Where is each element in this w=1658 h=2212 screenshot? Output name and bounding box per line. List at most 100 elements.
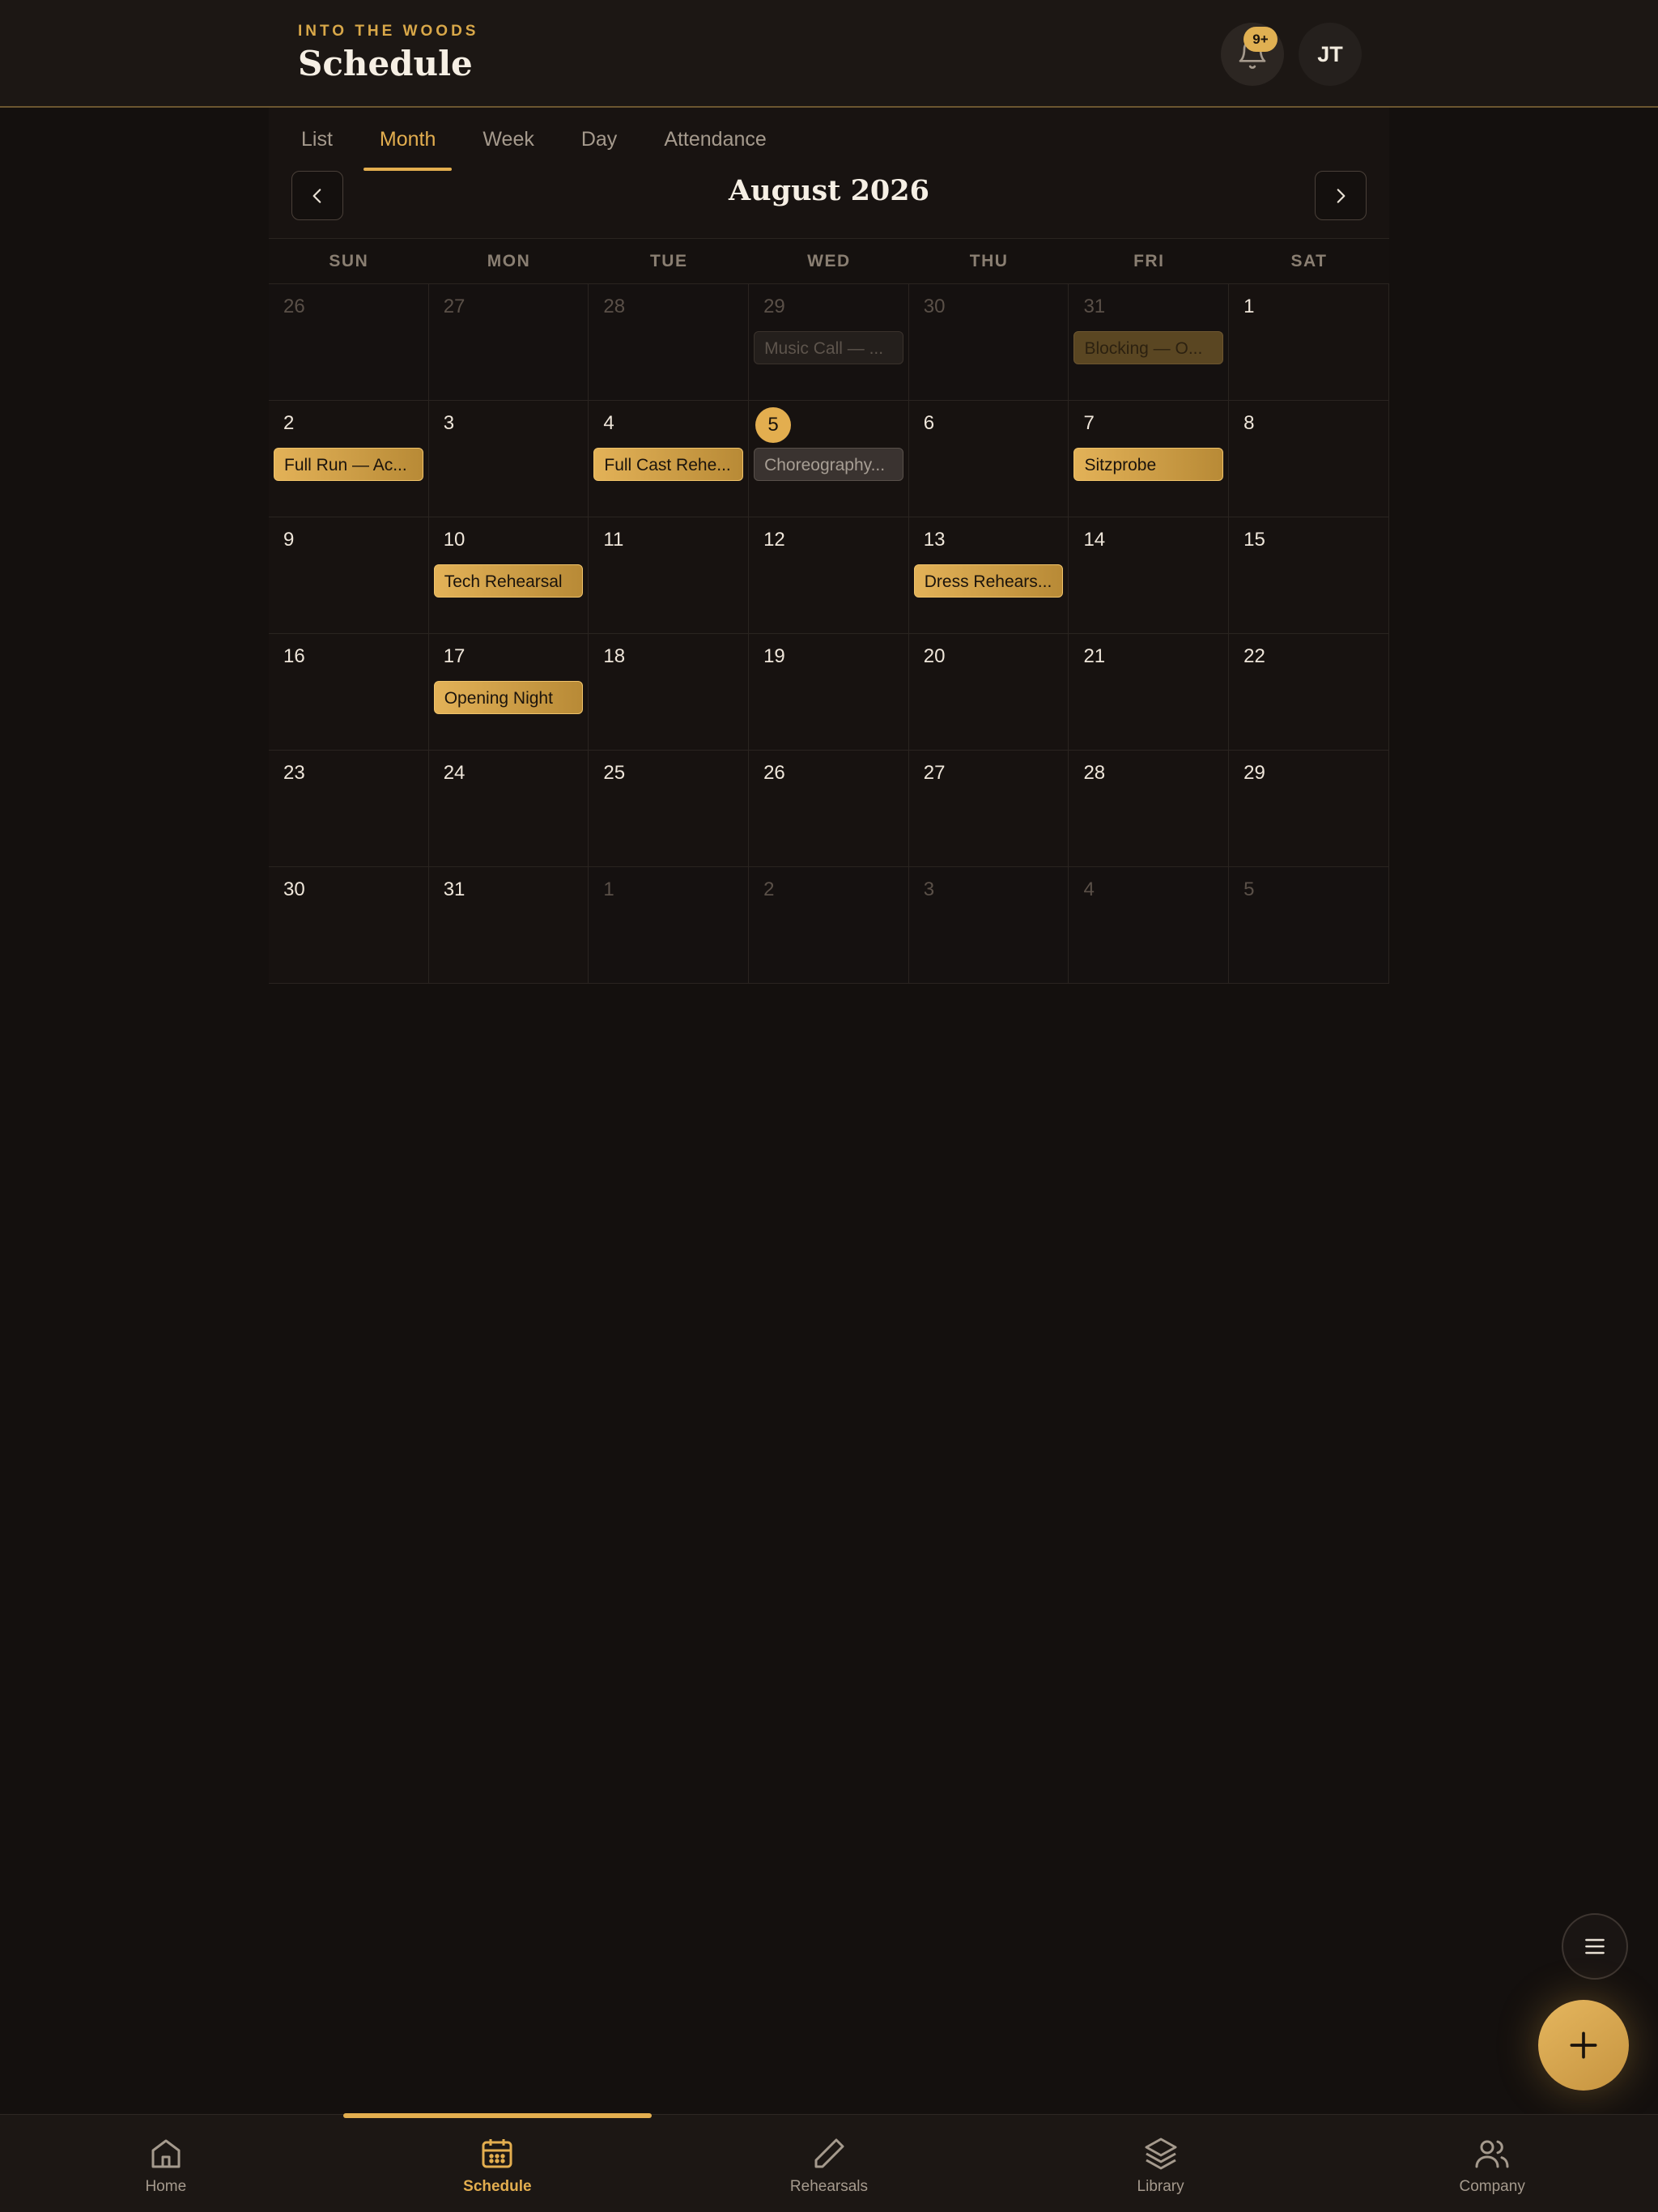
day-cell[interactable]: 3 (428, 401, 589, 517)
day-number: 1 (603, 878, 614, 900)
event-chip[interactable]: Blocking — O... (1073, 331, 1224, 364)
tab-month[interactable]: Month (363, 108, 453, 171)
day-cell[interactable]: 12 (749, 517, 909, 634)
view-tabs: List Month Week Day Attendance (285, 108, 797, 171)
tab-day[interactable]: Day (565, 108, 633, 171)
tab-attendance[interactable]: Attendance (648, 108, 783, 171)
pen-icon (814, 2138, 844, 2168)
event-chip[interactable]: Full Cast Rehe... (593, 448, 744, 481)
plus-icon (1570, 2031, 1597, 2059)
day-cell[interactable]: 13 Dress Rehears... (908, 517, 1069, 634)
day-cell[interactable]: 16 (269, 634, 429, 751)
day-number: 3 (443, 412, 455, 434)
day-cell[interactable]: 1 (589, 867, 750, 984)
day-cell[interactable]: 23 (269, 751, 429, 867)
day-cell[interactable]: 2 Full Run — Ac... (269, 401, 429, 517)
day-cell[interactable]: 5 (1229, 867, 1389, 984)
day-number: 25 (603, 762, 626, 784)
nav-rehearsals[interactable]: Rehearsals (663, 2115, 995, 2212)
header-content: INTO THE WOODS Schedule 9+ JT (298, 0, 1362, 108)
day-cell[interactable]: 11 (589, 517, 750, 634)
day-cell[interactable]: 8 (1229, 401, 1389, 517)
day-cell[interactable]: 3 (908, 867, 1069, 984)
day-number: 8 (1244, 412, 1255, 434)
layers-icon (1145, 2138, 1177, 2170)
month-grid: 26 27 28 29 Music Call — ... 30 31 Blocking — O… (269, 284, 1389, 984)
week-row: 16 17 Opening Night 18 19 20 21 22 (269, 634, 1389, 751)
production-name: INTO THE WOODS (298, 23, 479, 40)
day-number: 12 (763, 529, 785, 551)
day-cell[interactable]: 26 (269, 284, 429, 401)
day-cell[interactable]: 28 (1069, 751, 1230, 867)
day-number: 20 (923, 645, 946, 667)
day-cell[interactable]: 18 (589, 634, 750, 751)
day-cell[interactable]: 9 (269, 517, 429, 634)
day-number: 28 (603, 296, 626, 317)
day-cell[interactable]: 19 (749, 634, 909, 751)
nav-company[interactable]: Company (1326, 2115, 1658, 2212)
day-number: 26 (763, 762, 785, 784)
day-cell[interactable]: 4 Full Cast Rehe... (589, 401, 750, 517)
next-month-button[interactable] (1315, 171, 1367, 220)
weekday-header: SUN MON TUE WED THU FRI SAT (269, 239, 1389, 284)
day-cell[interactable]: 22 (1229, 634, 1389, 751)
week-row: 2 Full Run — Ac... 3 4 Full Cast Rehe... 5 Cho… (269, 401, 1389, 517)
day-number: 29 (1244, 762, 1265, 784)
day-number: 5 (755, 407, 792, 443)
event-chip[interactable]: Choreography... (754, 448, 903, 481)
week-row: 9 10 Tech Rehearsal 11 12 13 Dress Rehears... 1… (269, 517, 1389, 634)
notifications-button[interactable]: 9+ (1221, 23, 1284, 86)
day-cell[interactable]: 29 (1229, 751, 1389, 867)
day-cell[interactable]: 30 (269, 867, 429, 984)
day-cell[interactable]: 15 (1229, 517, 1389, 634)
day-cell[interactable]: 10 Tech Rehearsal (428, 517, 589, 634)
event-chip[interactable]: Full Run — Ac... (274, 448, 423, 481)
weekday-label: SUN (329, 252, 369, 270)
weekday-label: WED (807, 252, 851, 270)
day-cell[interactable]: 28 (589, 284, 750, 401)
day-cell[interactable]: 30 (908, 284, 1069, 401)
day-cell[interactable]: 29 Music Call — ... (749, 284, 909, 401)
day-cell[interactable]: 31 Blocking — O... (1069, 284, 1230, 401)
event-chip[interactable]: Tech Rehearsal (433, 564, 584, 598)
nav-label: Home (145, 2178, 187, 2195)
day-cell[interactable]: 24 (428, 751, 589, 867)
day-cell[interactable]: 27 (908, 751, 1069, 867)
user-avatar[interactable]: JT (1299, 23, 1362, 86)
event-chip[interactable]: Music Call — ... (754, 331, 903, 364)
day-cell[interactable]: 2 (749, 867, 909, 984)
day-cell[interactable]: 20 (908, 634, 1069, 751)
day-number: 9 (283, 529, 295, 551)
day-number: 15 (1244, 529, 1265, 551)
add-event-button[interactable] (1538, 2000, 1629, 2091)
day-cell[interactable]: 25 (589, 751, 750, 867)
calendar-panel: List Month Week Day Attendance August 20… (269, 108, 1389, 986)
event-chip[interactable]: Dress Rehears... (913, 564, 1064, 598)
event-chip[interactable]: Sitzprobe (1073, 448, 1224, 481)
nav-home[interactable]: Home (0, 2115, 332, 2212)
day-cell[interactable]: 7 Sitzprobe (1069, 401, 1230, 517)
day-cell[interactable]: 31 (428, 867, 589, 984)
event-chip[interactable]: Opening Night (433, 681, 584, 714)
day-cell[interactable]: 14 (1069, 517, 1230, 634)
day-number: 19 (763, 645, 785, 667)
day-cell[interactable]: 26 (749, 751, 909, 867)
calendar-toolbar: List Month Week Day Attendance August 20… (269, 108, 1389, 239)
weekday-label: THU (969, 252, 1009, 270)
nav-schedule[interactable]: Schedule (332, 2113, 664, 2212)
tab-week[interactable]: Week (466, 108, 550, 171)
day-cell[interactable]: 6 (908, 401, 1069, 517)
day-cell[interactable]: 27 (428, 284, 589, 401)
day-cell[interactable]: 4 (1069, 867, 1230, 984)
day-cell[interactable]: 1 (1229, 284, 1389, 401)
day-number: 31 (443, 878, 466, 900)
weekday-label: TUE (649, 252, 688, 270)
day-cell[interactable]: 17 Opening Night (428, 634, 589, 751)
day-number: 31 (1083, 296, 1106, 317)
day-cell[interactable]: 21 (1069, 634, 1230, 751)
weekday-label: FRI (1133, 252, 1165, 270)
tab-list[interactable]: List (285, 108, 349, 171)
nav-library[interactable]: Library (995, 2115, 1327, 2212)
day-cell-today[interactable]: 5 Choreography... (749, 401, 909, 517)
menu-button[interactable] (1562, 1913, 1628, 1980)
